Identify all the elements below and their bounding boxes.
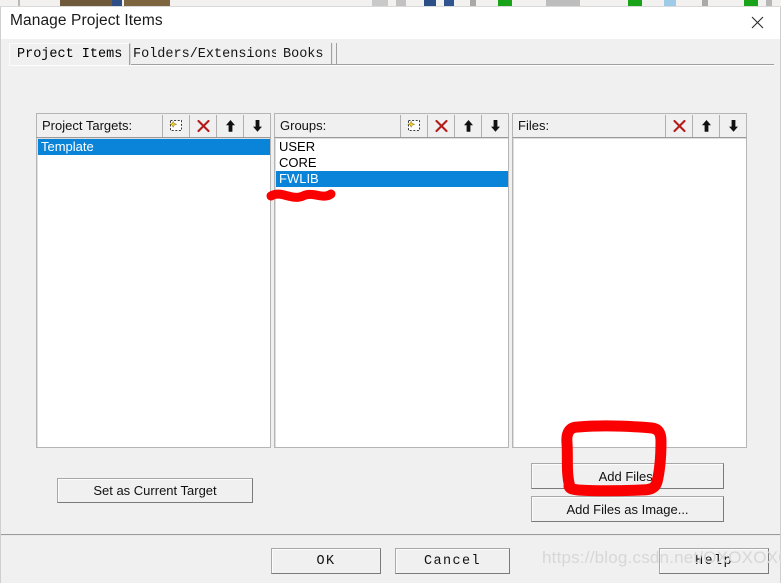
list-item-label: Template bbox=[41, 139, 94, 154]
move-up-icon[interactable] bbox=[454, 114, 481, 137]
tab-page-project-items: Project Targets: Template Groups: USER C… bbox=[9, 64, 774, 534]
list-item-label: CORE bbox=[279, 155, 317, 170]
footer-separator bbox=[1, 534, 780, 536]
listbox-content: USER CORE FWLIB bbox=[275, 138, 508, 447]
background-toolbar-strip bbox=[0, 0, 781, 7]
button-label: Help bbox=[694, 553, 733, 569]
dialog-title: Manage Project Items bbox=[10, 12, 163, 29]
button-label: Cancel bbox=[423, 553, 481, 569]
groups-header: Groups: bbox=[274, 113, 509, 137]
button-label: Add Files as Image... bbox=[566, 501, 689, 517]
list-item[interactable]: CORE bbox=[276, 155, 508, 171]
move-up-icon[interactable] bbox=[216, 114, 243, 137]
tabpage-highlight bbox=[9, 65, 774, 66]
tab-project-items[interactable]: Project Items bbox=[9, 43, 131, 65]
move-down-icon[interactable] bbox=[481, 114, 508, 137]
button-label: OK bbox=[316, 553, 336, 569]
files-header: Files: bbox=[512, 113, 747, 137]
tabstrip: Project Items Folders/Extensions Books bbox=[9, 43, 774, 65]
manage-project-items-dialog: Manage Project Items Project Items Folde… bbox=[0, 7, 781, 583]
add-files-as-image-button[interactable]: Add Files as Image... bbox=[531, 496, 724, 522]
move-down-icon[interactable] bbox=[719, 114, 746, 137]
button-label: Add Files. bbox=[598, 468, 657, 484]
tab-folders-extensions[interactable]: Folders/Extensions bbox=[126, 43, 287, 65]
tabstrip-endcap bbox=[336, 43, 337, 65]
ok-button[interactable]: OK bbox=[271, 548, 381, 574]
close-icon[interactable] bbox=[734, 7, 780, 38]
move-down-icon[interactable] bbox=[243, 114, 270, 137]
list-item[interactable]: USER bbox=[276, 139, 508, 155]
groups-label: Groups: bbox=[280, 118, 327, 133]
dialog-titlebar: Manage Project Items bbox=[1, 7, 780, 39]
list-item-label: USER bbox=[279, 139, 316, 154]
dialog-footer: OK Cancel Help bbox=[1, 537, 780, 583]
files-label: Files: bbox=[518, 118, 550, 133]
button-label: Set as Current Target bbox=[93, 483, 217, 498]
new-item-icon[interactable] bbox=[162, 114, 189, 137]
new-item-icon[interactable] bbox=[400, 114, 427, 137]
tab-label: Project Items bbox=[17, 47, 123, 62]
delete-item-icon[interactable] bbox=[189, 114, 216, 137]
tab-label: Books bbox=[283, 46, 324, 62]
listbox-content bbox=[513, 138, 746, 447]
project-targets-header: Project Targets: bbox=[36, 113, 271, 137]
delete-item-icon[interactable] bbox=[665, 114, 692, 137]
help-button[interactable]: Help bbox=[659, 548, 769, 574]
move-up-icon[interactable] bbox=[692, 114, 719, 137]
project-targets-label: Project Targets: bbox=[42, 118, 133, 133]
tab-books[interactable]: Books bbox=[276, 43, 332, 65]
listbox-content: Template bbox=[37, 138, 270, 447]
set-as-current-target-button[interactable]: Set as Current Target bbox=[57, 478, 253, 503]
list-item-label: FWLIB bbox=[279, 171, 319, 186]
files-listbox[interactable] bbox=[512, 137, 747, 448]
add-files-button[interactable]: Add Files. bbox=[531, 463, 724, 489]
project-targets-listbox[interactable]: Template bbox=[36, 137, 271, 448]
list-item[interactable]: Template bbox=[38, 139, 270, 155]
cancel-button[interactable]: Cancel bbox=[395, 548, 510, 574]
list-item[interactable]: FWLIB bbox=[276, 171, 508, 187]
groups-listbox[interactable]: USER CORE FWLIB bbox=[274, 137, 509, 448]
tab-label: Folders/Extensions bbox=[133, 46, 279, 62]
delete-item-icon[interactable] bbox=[427, 114, 454, 137]
